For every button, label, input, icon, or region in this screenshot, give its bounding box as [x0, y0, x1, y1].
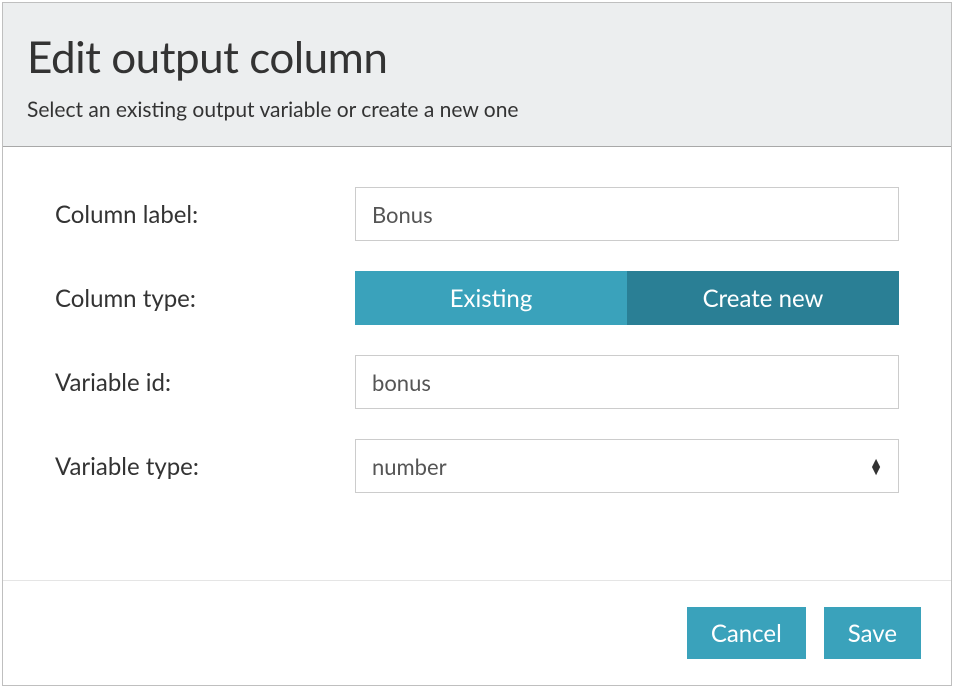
- dialog-footer: Cancel Save: [3, 580, 951, 685]
- edit-output-column-dialog: Edit output column Select an existing ou…: [2, 2, 952, 686]
- dialog-subtitle: Select an existing output variable or cr…: [27, 97, 927, 122]
- column-label-row: Column label:: [55, 187, 899, 241]
- dialog-title: Edit output column: [27, 31, 927, 83]
- existing-toggle-button[interactable]: Existing: [355, 271, 627, 325]
- variable-id-label: Variable id:: [55, 368, 355, 397]
- column-type-label: Column type:: [55, 284, 355, 313]
- dialog-header: Edit output column Select an existing ou…: [3, 3, 951, 147]
- variable-type-select[interactable]: number: [355, 439, 899, 493]
- variable-id-row: Variable id:: [55, 355, 899, 409]
- column-type-row: Column type: Existing Create new: [55, 271, 899, 325]
- column-label-input[interactable]: [355, 187, 899, 241]
- column-type-toggle: Existing Create new: [355, 271, 899, 325]
- create-new-toggle-button[interactable]: Create new: [627, 271, 899, 325]
- cancel-button[interactable]: Cancel: [687, 607, 806, 659]
- variable-id-input[interactable]: [355, 355, 899, 409]
- variable-type-row: Variable type: number ▲ ▼: [55, 439, 899, 493]
- column-label-label: Column label:: [55, 200, 355, 229]
- dialog-body: Column label: Column type: Existing Crea…: [3, 147, 951, 580]
- variable-type-label: Variable type:: [55, 452, 355, 481]
- save-button[interactable]: Save: [824, 607, 921, 659]
